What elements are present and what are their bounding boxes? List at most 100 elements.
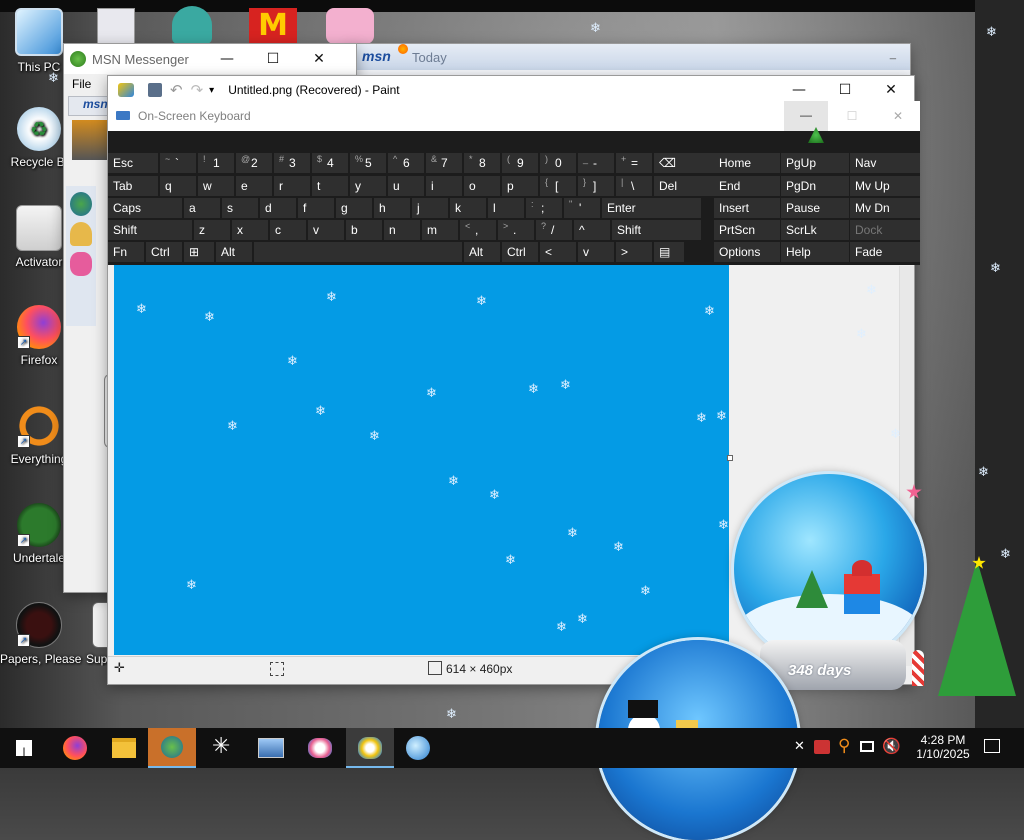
osk-nav-key[interactable]: Insert xyxy=(714,198,780,218)
osk-key[interactable] xyxy=(254,242,462,262)
osk-key[interactable]: Alt xyxy=(464,242,500,262)
osk-key[interactable]: ▤ xyxy=(654,242,684,262)
osk-nav-key[interactable]: Options xyxy=(714,242,780,262)
osk-key[interactable]: ⌫ xyxy=(654,153,714,173)
osk-key[interactable]: :; xyxy=(526,198,562,218)
osk-key[interactable]: z xyxy=(194,220,230,240)
osk-key[interactable]: u xyxy=(388,176,424,196)
osk-nav-key[interactable]: Dock xyxy=(850,220,920,240)
osk-key[interactable]: d xyxy=(260,198,296,218)
redo-icon[interactable]: ↷ xyxy=(191,81,204,99)
taskbar-media[interactable] xyxy=(394,728,442,768)
mcdonalds-icon[interactable]: M xyxy=(249,8,297,44)
osk-key[interactable]: r xyxy=(274,176,310,196)
notification-button[interactable] xyxy=(978,728,1008,768)
osk-key[interactable]: _ - xyxy=(578,153,614,173)
taskbar-msn-messenger[interactable] xyxy=(148,728,196,768)
osk-key[interactable]: * 8 xyxy=(464,153,500,173)
osk-key[interactable]: x xyxy=(232,220,268,240)
osk-key[interactable]: }] xyxy=(578,176,614,196)
network-status-icon[interactable] xyxy=(860,741,874,752)
osk-nav-key[interactable]: End xyxy=(714,176,780,196)
osk-key[interactable]: w xyxy=(198,176,234,196)
osk-key[interactable]: (9 xyxy=(502,153,538,173)
osk-key[interactable]: ^ 6 xyxy=(388,153,424,173)
osk-key[interactable]: e xyxy=(236,176,272,196)
on-screen-keyboard[interactable]: On-Screen Keyboard — ☐ ✕ Esc ~ `! 1 @2 #3 $4% 5… xyxy=(108,101,920,265)
osk-key[interactable]: {[ xyxy=(540,176,576,196)
clock[interactable]: 4:28 PM 1/10/2025 xyxy=(910,728,976,768)
osk-key[interactable]: y xyxy=(350,176,386,196)
osk-titlebar[interactable]: On-Screen Keyboard — ☐ ✕ xyxy=(108,101,920,143)
osk-key[interactable]: f xyxy=(298,198,334,218)
osk-key[interactable]: #3 xyxy=(274,153,310,173)
paint-maximize-button[interactable]: ☐ xyxy=(822,76,868,104)
osk-key[interactable]: b xyxy=(346,220,382,240)
osk-key[interactable]: % 5 xyxy=(350,153,386,173)
osk-key[interactable]: m xyxy=(422,220,458,240)
osk-nav-key[interactable]: Help xyxy=(781,242,849,262)
pig-icon[interactable] xyxy=(326,8,374,44)
osk-key[interactable]: t xyxy=(312,176,348,196)
osk-key[interactable]: Enter xyxy=(602,198,701,218)
osk-nav-key[interactable]: Nav xyxy=(850,153,920,173)
osk-key[interactable]: ^ xyxy=(574,220,610,240)
osk-key[interactable]: Esc xyxy=(108,153,158,173)
msn-messenger-minimize-button[interactable]: — xyxy=(204,44,250,74)
osk-key[interactable]: c xyxy=(270,220,306,240)
osk-key[interactable]: ~ ` xyxy=(160,153,196,173)
osk-key[interactable]: >. xyxy=(498,220,534,240)
osk-key[interactable]: ) 0 xyxy=(540,153,576,173)
osk-key[interactable]: j xyxy=(412,198,448,218)
osk-key[interactable]: Shift xyxy=(108,220,192,240)
paint-close-button[interactable]: ✕ xyxy=(868,76,914,104)
desktop-icon-papers-please[interactable]: ↗ Papers, Please xyxy=(0,602,81,666)
osk-key[interactable]: p xyxy=(502,176,538,196)
osk-nav-key[interactable]: Mv Up xyxy=(850,176,920,196)
tray-search-icon[interactable]: ⚲ xyxy=(838,736,850,756)
osk-key[interactable]: Ctrl xyxy=(502,242,538,262)
osk-close-button[interactable]: ✕ xyxy=(876,101,920,131)
osk-key[interactable]: < xyxy=(540,242,576,262)
tray-app-icon[interactable] xyxy=(814,740,830,754)
osk-key[interactable]: k xyxy=(450,198,486,218)
save-icon[interactable] xyxy=(148,83,162,97)
taskbar-file-explorer[interactable] xyxy=(100,728,148,768)
osk-nav-key[interactable]: ScrLk xyxy=(781,220,849,240)
taskbar-paint-old[interactable] xyxy=(296,728,344,768)
osk-key[interactable]: <, xyxy=(460,220,496,240)
character-icon[interactable] xyxy=(172,6,212,44)
start-button[interactable] xyxy=(0,728,48,768)
osk-key[interactable]: a xyxy=(184,198,220,218)
osk-key[interactable]: ? / xyxy=(536,220,572,240)
paint-minimize-button[interactable]: — xyxy=(776,76,822,104)
osk-key[interactable]: ! 1 xyxy=(198,153,234,173)
osk-key[interactable]: o xyxy=(464,176,500,196)
paint-canvas[interactable]: ❄ ❄ ❄ ❄ ❄ ❄ ❄ ❄ ❄ ❄ ❄ ❄ ❄ ❄ ❄ ❄ ❄ ❄ ❄ ❄ … xyxy=(114,265,733,655)
volume-icon[interactable]: 🔇 xyxy=(882,737,901,755)
osk-maximize-button[interactable]: ☐ xyxy=(830,101,874,131)
osk-minimize-button[interactable]: — xyxy=(784,101,828,131)
msn-messenger-maximize-button[interactable]: ☐ xyxy=(250,44,296,74)
tray-tool-icon[interactable]: ✕ xyxy=(794,739,805,754)
osk-nav-key[interactable]: Pause xyxy=(781,198,849,218)
osk-key[interactable]: Del xyxy=(654,176,714,196)
taskbar-firefox[interactable] xyxy=(50,728,98,768)
osk-key[interactable]: | \ xyxy=(616,176,652,196)
osk-key[interactable]: h xyxy=(374,198,410,218)
osk-nav-key[interactable]: PrtScn xyxy=(714,220,780,240)
osk-key[interactable]: n xyxy=(384,220,420,240)
quick-access-dropdown-icon[interactable]: ▾ xyxy=(209,85,214,96)
osk-key[interactable]: @2 xyxy=(236,153,272,173)
osk-nav-key[interactable]: Fade xyxy=(850,242,920,262)
osk-key[interactable]: i xyxy=(426,176,462,196)
osk-key[interactable]: g xyxy=(336,198,372,218)
taskbar-network[interactable] xyxy=(246,728,294,768)
document-icon[interactable] xyxy=(97,8,135,46)
display-picture[interactable] xyxy=(72,120,112,160)
canvas-resize-handle[interactable] xyxy=(727,455,733,461)
osk-key[interactable]: q xyxy=(160,176,196,196)
osk-key[interactable]: l xyxy=(488,198,524,218)
osk-key[interactable]: & 7 xyxy=(426,153,462,173)
msn-messenger-close-button[interactable]: ✕ xyxy=(296,44,342,74)
